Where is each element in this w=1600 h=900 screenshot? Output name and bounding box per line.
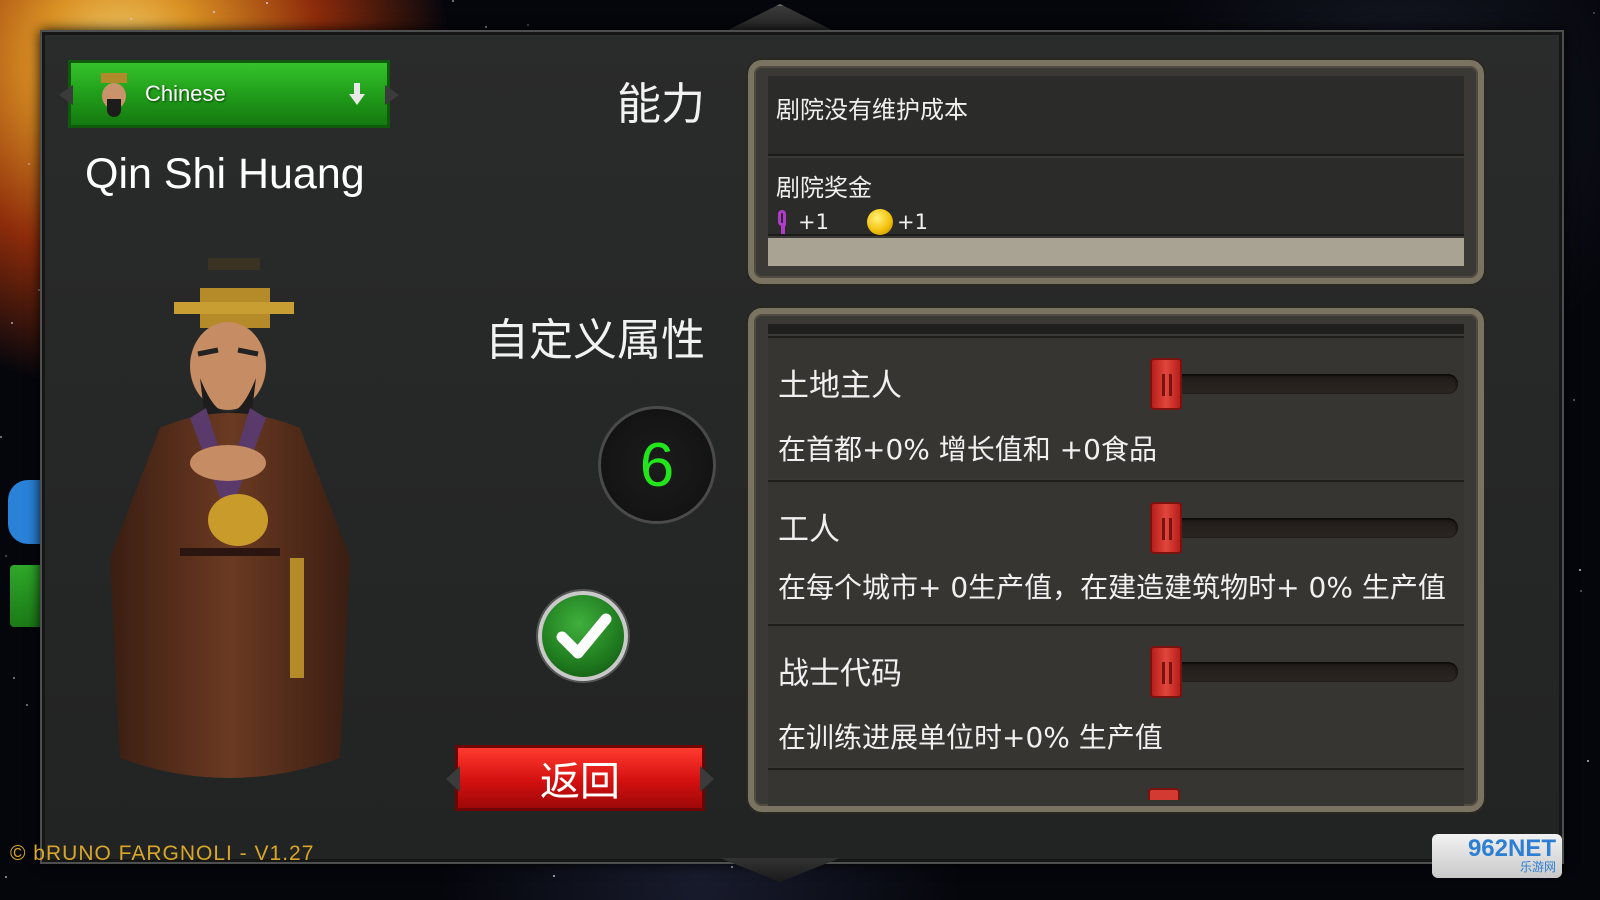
- star: [26, 704, 28, 706]
- star: [28, 163, 30, 165]
- star: [5, 876, 7, 878]
- back-button[interactable]: 返回: [455, 745, 705, 811]
- leader-avatar-icon: [95, 69, 133, 119]
- star: [1573, 399, 1575, 401]
- ability-item: 剧院奖金 +1 +1: [768, 158, 1464, 236]
- copyright-text: © bRUNO FARGNOLI - V1.27: [10, 842, 315, 865]
- attribute-slider-handle[interactable]: [1150, 646, 1182, 698]
- attribute-description: 在训练进展单位时+0% 生产值: [778, 721, 1163, 754]
- arrow-down-icon: [349, 83, 365, 107]
- panel-strip: [768, 238, 1464, 266]
- attribute-description: 在首都+0% 增长值和 +0食品: [778, 433, 1157, 466]
- star: [485, 26, 487, 28]
- leader-portrait: [110, 258, 350, 778]
- attribute-title: 土地主人: [778, 368, 902, 404]
- ability-title: 剧院奖金: [776, 174, 872, 202]
- attribute-row: 工人 在每个城市+ 0生产值，在建造建筑物时+ 0% 生产值: [768, 480, 1464, 622]
- attribute-row-partial: [768, 768, 1464, 806]
- confirm-button[interactable]: [538, 591, 628, 681]
- points-remaining: 6: [598, 406, 716, 524]
- watermark-logo: 962NET 乐游网: [1432, 834, 1562, 878]
- attribute-slider-track[interactable]: [1158, 374, 1458, 394]
- attribute-title: 工人: [778, 512, 840, 548]
- star: [130, 18, 132, 20]
- star: [1579, 569, 1581, 571]
- bonus-gold: +1: [866, 209, 928, 235]
- attribute-slider-track[interactable]: [1158, 518, 1458, 538]
- attribute-slider-track[interactable]: [1158, 662, 1458, 682]
- panel-strip: [768, 324, 1464, 334]
- checkmark-icon: [556, 613, 612, 659]
- star: [13, 677, 15, 679]
- custom-attributes-label: 自定义属性: [485, 315, 705, 366]
- bonus-value: +1: [896, 210, 928, 234]
- ability-bonuses: +1 +1: [776, 209, 1456, 235]
- bonus-culture: +1: [776, 210, 829, 234]
- star: [1587, 760, 1589, 762]
- star: [213, 11, 215, 13]
- star: [0, 436, 2, 438]
- attribute-slider-handle[interactable]: [1150, 502, 1182, 554]
- leader-name: Qin Shi Huang: [85, 150, 365, 198]
- star: [527, 24, 529, 26]
- abilities-panel: 剧院没有维护成本 剧院奖金 +1 +1: [748, 60, 1484, 284]
- star: [5, 555, 7, 557]
- ability-item: 剧院没有维护成本: [768, 76, 1464, 156]
- attribute-slider-handle[interactable]: [1148, 788, 1180, 800]
- star: [266, 2, 268, 4]
- civilization-name: Chinese: [145, 81, 226, 106]
- custom-attributes-panel[interactable]: 土地主人 在首都+0% 增长值和 +0食品 工人 在每个城市+ 0生产值，在建造…: [748, 308, 1484, 812]
- gold-icon: [866, 209, 893, 235]
- attribute-description: 在每个城市+ 0生产值，在建造建筑物时+ 0% 生产值: [778, 571, 1446, 604]
- culture-icon: [776, 210, 790, 234]
- watermark-bottom: 乐游网: [1519, 860, 1556, 874]
- star: [11, 322, 13, 324]
- star: [731, 866, 733, 868]
- star: [1580, 590, 1582, 592]
- attribute-row: 土地主人 在首都+0% 增长值和 +0食品: [768, 336, 1464, 478]
- civilization-dropdown[interactable]: Chinese: [68, 60, 390, 128]
- abilities-label: 能力: [617, 79, 705, 130]
- attribute-row: 战士代码 在训练进展单位时+0% 生产值: [768, 624, 1464, 766]
- ability-title: 剧院没有维护成本: [776, 96, 968, 124]
- bonus-value: +1: [798, 210, 829, 234]
- star: [1593, 12, 1595, 14]
- watermark-top: 962NET: [1467, 835, 1556, 862]
- attribute-title: 战士代码: [778, 656, 902, 692]
- attribute-slider-handle[interactable]: [1150, 358, 1182, 410]
- star: [553, 875, 555, 877]
- star: [452, 0, 454, 2]
